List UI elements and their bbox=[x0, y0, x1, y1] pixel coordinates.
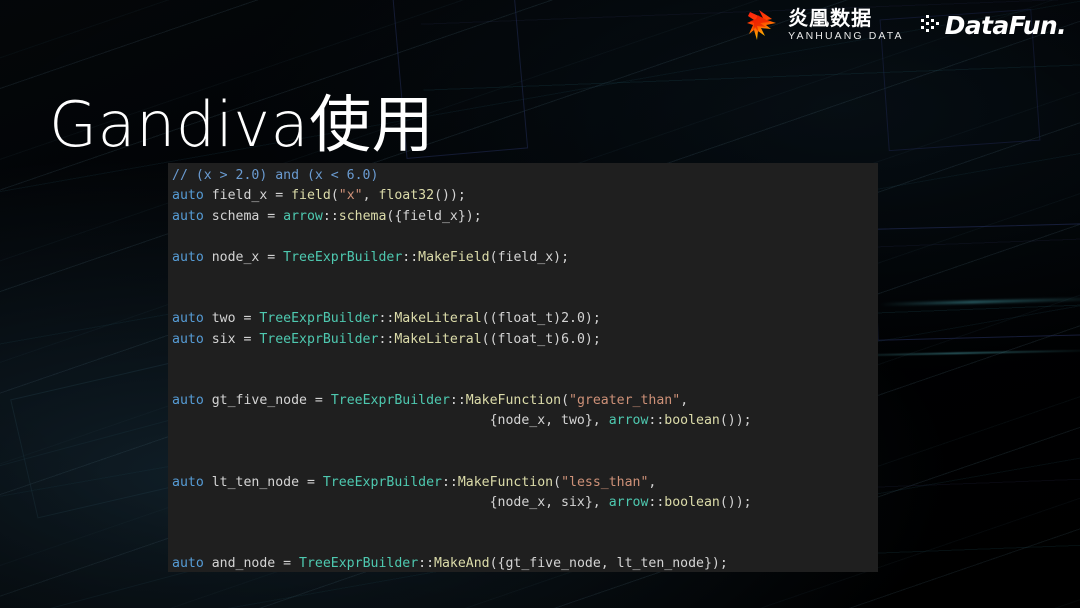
datafun-logo: DataFun. bbox=[920, 10, 1067, 40]
datafun-wordmark: DataFun. bbox=[944, 10, 1067, 40]
code-line: auto six = TreeExprBuilder::MakeLiteral(… bbox=[172, 330, 878, 350]
code-token: auto bbox=[172, 392, 204, 408]
code-line: auto and_node = TreeExprBuilder::MakeAnd… bbox=[172, 554, 878, 572]
page-title: Gandiva使用 bbox=[49, 87, 435, 161]
code-token: and_node = bbox=[203, 556, 300, 572]
code-token: MakeAnd bbox=[434, 556, 490, 572]
code-token: lt_ten_node = bbox=[203, 474, 323, 490]
code-token: "x" bbox=[338, 188, 363, 204]
code-token: MakeField bbox=[418, 249, 490, 265]
code-line: auto two = TreeExprBuilder::MakeLiteral(… bbox=[172, 309, 878, 329]
code-token: gt_five_node = bbox=[203, 392, 331, 408]
code-token: ((float_t)6.0); bbox=[481, 331, 601, 347]
code-token: ()); bbox=[719, 413, 752, 429]
dot-grid-icon bbox=[920, 15, 939, 32]
code-token: ({field_x}); bbox=[386, 208, 482, 224]
code-token: ( bbox=[553, 474, 562, 490]
code-listing: // (x > 2.0) and (x < 6.0) auto field_x =… bbox=[172, 166, 878, 572]
code-token: node_x = bbox=[203, 249, 284, 265]
code-line: auto field_x = field("x", float32()); bbox=[172, 186, 878, 206]
code-token: :: bbox=[648, 495, 665, 510]
code-token: TreeExprBuilder bbox=[259, 311, 379, 327]
code-token: MakeLiteral bbox=[394, 311, 482, 327]
code-token: auto bbox=[172, 474, 204, 490]
code-token: :: bbox=[322, 208, 339, 224]
code-token: // (x > 2.0) and (x < 6.0) bbox=[172, 168, 379, 183]
code-token: auto bbox=[172, 208, 204, 224]
code-token: {node_x, six}, bbox=[172, 495, 609, 510]
code-token: auto bbox=[172, 331, 204, 347]
code-token: ()); bbox=[434, 188, 466, 204]
code-token: :: bbox=[402, 249, 419, 265]
code-token: six = bbox=[203, 331, 260, 347]
code-line: auto schema = arrow::schema({field_x}); bbox=[172, 207, 878, 227]
code-token: :: bbox=[648, 413, 665, 429]
code-line: auto node_x = TreeExprBuilder::MakeField… bbox=[172, 248, 878, 268]
code-token: arrow bbox=[608, 495, 649, 510]
code-token: ({gt_five_node, lt_ten_node}); bbox=[489, 556, 728, 572]
code-token: schema bbox=[338, 208, 387, 224]
code-line: {node_x, six}, arrow::boolean()); bbox=[172, 493, 878, 513]
code-block: // (x > 2.0) and (x < 6.0) auto field_x =… bbox=[168, 163, 878, 572]
code-token: MakeFunction bbox=[457, 474, 554, 490]
yanhuang-name-cn: 炎凰数据 bbox=[788, 6, 873, 31]
code-token: boolean bbox=[664, 495, 720, 510]
code-token: field bbox=[291, 188, 331, 204]
code-token: TreeExprBuilder bbox=[259, 331, 379, 347]
code-token: auto bbox=[172, 556, 204, 572]
code-token: , bbox=[648, 474, 657, 490]
code-line: // (x > 2.0) and (x < 6.0) bbox=[172, 166, 878, 186]
code-token: (field_x); bbox=[489, 249, 570, 265]
phoenix-icon bbox=[747, 10, 777, 40]
presentation-slide: 炎凰数据 YANHUANG DATA DataFun. Gandiva使用 //… bbox=[0, 0, 1080, 608]
code-line: auto gt_five_node = TreeExprBuilder::Mak… bbox=[172, 391, 878, 411]
code-token: :: bbox=[441, 474, 458, 490]
code-token: TreeExprBuilder bbox=[322, 474, 442, 490]
code-token: TreeExprBuilder bbox=[299, 556, 419, 572]
code-token: boolean bbox=[664, 413, 720, 429]
code-token: field_x = bbox=[203, 188, 292, 204]
code-token: arrow bbox=[283, 208, 323, 224]
code-token: TreeExprBuilder bbox=[330, 392, 450, 408]
yanhuang-logo: 炎凰数据 YANHUANG DATA bbox=[746, 6, 903, 44]
code-token: MakeLiteral bbox=[394, 331, 482, 347]
code-token: ( bbox=[330, 188, 339, 204]
code-token: schema = bbox=[203, 208, 284, 224]
code-token: TreeExprBuilder bbox=[283, 249, 403, 265]
background-wireframe-shape bbox=[874, 223, 1080, 341]
code-token: auto bbox=[172, 188, 204, 204]
code-token: MakeFunction bbox=[465, 392, 562, 408]
code-token: :: bbox=[418, 556, 435, 572]
code-token: ((float_t)2.0); bbox=[481, 311, 601, 327]
code-token: float32 bbox=[378, 188, 435, 204]
code-token: ( bbox=[561, 392, 570, 408]
code-token: "greater_than" bbox=[569, 392, 681, 408]
code-token: :: bbox=[378, 311, 395, 327]
code-token: :: bbox=[378, 331, 395, 347]
yanhuang-name-en: YANHUANG DATA bbox=[788, 30, 904, 43]
code-token: arrow bbox=[608, 413, 649, 429]
code-token: {node_x, two}, bbox=[172, 413, 609, 429]
yanhuang-wordmark: 炎凰数据 YANHUANG DATA bbox=[788, 8, 903, 42]
code-token: "less_than" bbox=[561, 474, 649, 490]
code-token: ()); bbox=[719, 495, 752, 510]
code-line: {node_x, two}, arrow::boolean()); bbox=[172, 411, 878, 431]
code-line: auto lt_ten_node = TreeExprBuilder::Make… bbox=[172, 473, 878, 493]
code-token: auto bbox=[172, 249, 204, 265]
code-token: , bbox=[680, 392, 689, 408]
code-token: two = bbox=[203, 311, 260, 327]
code-token: :: bbox=[449, 392, 466, 408]
brand-logo-bar: 炎凰数据 YANHUANG DATA DataFun. bbox=[746, 6, 1067, 44]
code-token: auto bbox=[172, 311, 204, 327]
code-token: , bbox=[362, 188, 379, 204]
